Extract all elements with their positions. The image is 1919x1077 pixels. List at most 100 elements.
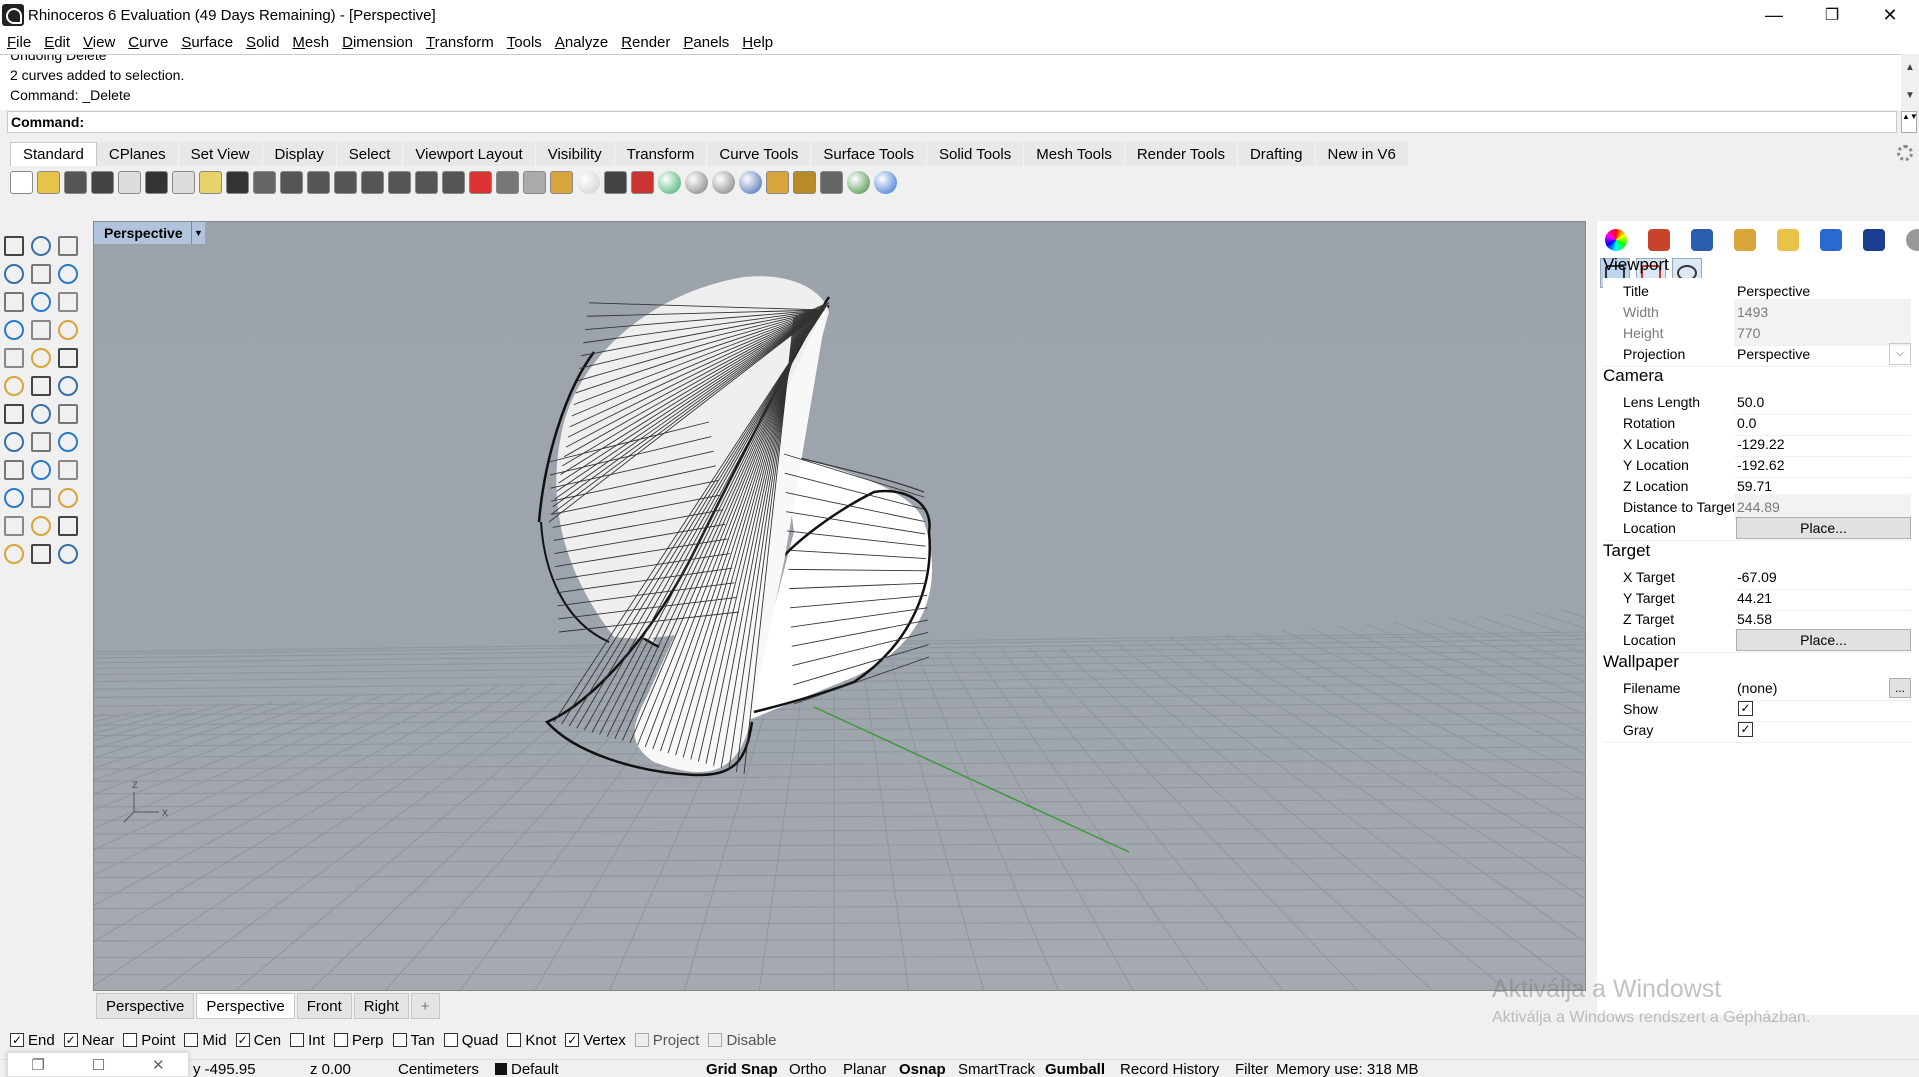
toolbar-gear-icon[interactable] (1897, 145, 1913, 161)
grid-snap-toggle[interactable]: Grid Snap (706, 1061, 778, 1077)
light-icon[interactable] (577, 170, 600, 194)
projection-select[interactable]: Perspective (1734, 341, 1889, 366)
perspective-viewport[interactable]: z x Perspective ▼ (93, 221, 1586, 991)
osnap-knot[interactable]: Knot (507, 1032, 556, 1049)
menu-edit[interactable]: Edit (44, 34, 70, 51)
gray-checkbox[interactable]: ✓ (1738, 722, 1753, 737)
viewport-tab-perspective[interactable]: Perspective (196, 993, 295, 1019)
car-shaded-icon[interactable] (469, 170, 492, 194)
status-units[interactable]: Centimeters (398, 1061, 479, 1077)
menu-dimension[interactable]: Dimension (342, 34, 413, 51)
split-icon[interactable] (31, 404, 51, 424)
menu-view[interactable]: View (83, 34, 115, 51)
print-icon[interactable] (91, 170, 114, 194)
arc-icon[interactable] (58, 292, 78, 312)
filter-toggle[interactable]: Filter (1235, 1061, 1268, 1077)
osnap-checkbox[interactable] (184, 1033, 199, 1047)
trim-icon[interactable] (4, 404, 24, 424)
menu-file[interactable]: File (7, 34, 31, 51)
ortho-toggle[interactable]: Ortho (789, 1061, 827, 1077)
status-layer[interactable]: Default (495, 1061, 559, 1077)
fillet-curve-icon[interactable] (4, 320, 24, 340)
analyze-icon[interactable] (31, 544, 51, 564)
zoom-dynamic-icon[interactable] (307, 170, 330, 194)
brush-icon[interactable] (1734, 229, 1756, 251)
layers-icon[interactable] (1648, 229, 1670, 251)
curve-cv-icon[interactable] (4, 264, 24, 284)
mesh-plane-icon[interactable] (4, 376, 24, 396)
gear-icon[interactable] (1906, 229, 1919, 251)
rhino-app-icon[interactable] (2, 4, 24, 26)
box-icon[interactable] (4, 348, 24, 368)
group-icon[interactable] (4, 432, 24, 452)
open-file-icon[interactable] (37, 170, 60, 194)
zoom-window-icon[interactable] (334, 170, 357, 194)
globe-icon[interactable] (847, 170, 870, 194)
tab-standard[interactable]: Standard (10, 142, 97, 166)
tab-visibility[interactable]: Visibility (535, 142, 615, 166)
rotate-view-icon[interactable] (280, 170, 303, 194)
record-history-toggle[interactable]: Record History (1120, 1061, 1219, 1077)
paste-icon[interactable] (199, 170, 222, 194)
menu-curve[interactable]: Curve (128, 34, 168, 51)
maximize-button[interactable]: ❐ (1803, 0, 1861, 30)
lock-icon[interactable] (604, 170, 627, 194)
cylinder-icon[interactable] (58, 348, 78, 368)
projection-chevron-down-icon[interactable]: ⌵ (1889, 342, 1911, 365)
osnap-checkbox[interactable]: ✓ (63, 1033, 78, 1047)
menu-render[interactable]: Render (621, 34, 670, 51)
scale-icon[interactable] (58, 488, 78, 508)
tab-select[interactable]: Select (336, 142, 404, 166)
cut-icon[interactable] (145, 170, 168, 194)
offset-icon[interactable] (4, 488, 24, 508)
viewport-layout-icon[interactable] (442, 170, 465, 194)
menu-mesh[interactable]: Mesh (292, 34, 329, 51)
bug-ghosted-icon[interactable] (496, 170, 519, 194)
text-icon[interactable] (4, 460, 24, 480)
color-wheel-icon[interactable] (1605, 229, 1627, 251)
tab-solid-tools[interactable]: Solid Tools (926, 142, 1025, 166)
osnap-end[interactable]: ✓ End (10, 1032, 55, 1049)
osnap-toggle[interactable]: Osnap (899, 1061, 946, 1077)
rectangle-icon[interactable] (31, 292, 51, 312)
osnap-checkbox[interactable] (708, 1033, 723, 1047)
orient-icon[interactable] (31, 516, 51, 536)
menu-analyze[interactable]: Analyze (555, 34, 608, 51)
tab-viewport-layout[interactable]: Viewport Layout (403, 142, 536, 166)
menu-transform[interactable]: Transform (426, 34, 494, 51)
dimension-icon[interactable] (820, 170, 843, 194)
pan-icon[interactable] (253, 170, 276, 194)
command-spinner[interactable]: ▲▼ (1901, 111, 1918, 133)
history-scrollbar[interactable]: ▲ ▼ (1901, 54, 1919, 110)
monitor-icon[interactable] (1820, 229, 1842, 251)
dimension-icon[interactable] (31, 460, 51, 480)
osnap-checkbox[interactable]: ✓ (235, 1033, 250, 1047)
select-arrow-icon[interactable] (4, 236, 24, 256)
viewport-menu-chevron-down-icon[interactable]: ▼ (191, 222, 205, 244)
point-icon[interactable] (31, 236, 51, 256)
menu-help[interactable]: Help (742, 34, 773, 51)
snap-icon[interactable] (550, 170, 573, 194)
extrude-surface-icon[interactable] (31, 320, 51, 340)
mini-restore-button[interactable]: ❐ (31, 1056, 44, 1074)
boolean-icon[interactable] (31, 376, 51, 396)
sphere-icon[interactable] (31, 348, 51, 368)
viewport-tab-perspective[interactable]: Perspective (96, 993, 195, 1019)
check-icon[interactable] (4, 544, 24, 564)
color-wheel-icon[interactable] (658, 170, 681, 194)
polyline-icon[interactable] (58, 236, 78, 256)
tab-drafting[interactable]: Drafting (1237, 142, 1316, 166)
circle-icon[interactable] (31, 264, 51, 284)
osnap-int[interactable]: Int (290, 1032, 325, 1049)
show-checkbox[interactable]: ✓ (1738, 701, 1753, 716)
osnap-near[interactable]: ✓ Near (63, 1032, 114, 1049)
render-sphere-icon[interactable] (685, 170, 708, 194)
render-icon[interactable] (58, 544, 78, 564)
osnap-project[interactable]: Project (634, 1032, 699, 1049)
tab-cplanes[interactable]: CPlanes (96, 142, 179, 166)
join-icon[interactable] (58, 404, 78, 424)
mini-maximize-button[interactable]: ☐ (92, 1056, 105, 1074)
undo-icon[interactable] (226, 170, 249, 194)
menu-solid[interactable]: Solid (246, 34, 279, 51)
object-props-icon[interactable] (523, 170, 546, 194)
